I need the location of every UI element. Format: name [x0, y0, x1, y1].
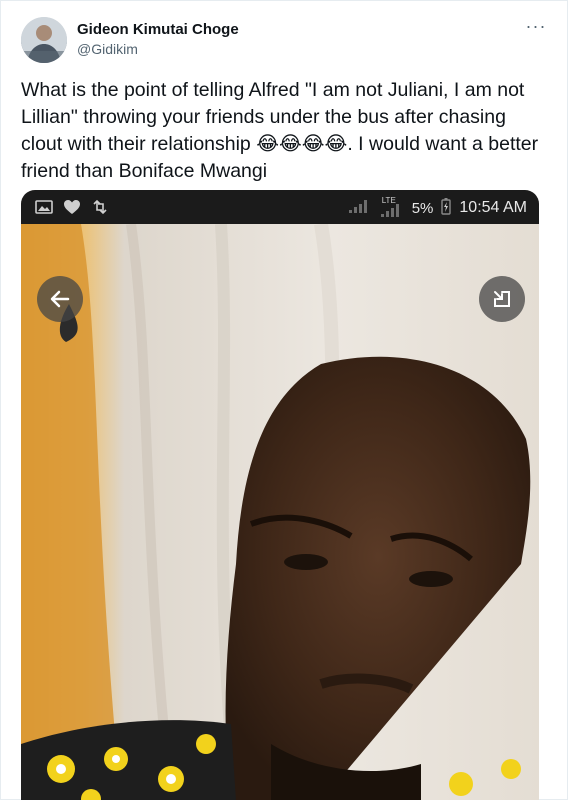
back-button[interactable]: [37, 276, 83, 322]
exit-fullscreen-icon: [490, 287, 514, 311]
exit-fullscreen-button[interactable]: [479, 276, 525, 322]
more-dots-icon[interactable]: ···: [523, 17, 549, 39]
avatar[interactable]: [21, 17, 67, 63]
phone-status-bar: LTE 5% 10:54 AM: [21, 190, 539, 224]
lte-signal-icon: LTE: [378, 196, 404, 217]
status-time: 10:54 AM: [459, 199, 527, 216]
retweet-icon: [91, 198, 109, 216]
tweet-text: What is the point of telling Alfred "I a…: [21, 79, 539, 182]
author-name[interactable]: Gideon Kimutai Choge: [77, 21, 239, 38]
image-icon: [35, 198, 53, 216]
tweet-card: Gideon Kimutai Choge @Gidikim ··· What i…: [0, 0, 568, 800]
status-bar-left-icons: [35, 198, 109, 216]
heart-icon: [63, 198, 81, 216]
video-still-image: [21, 224, 539, 800]
tweet-header: Gideon Kimutai Choge @Gidikim ···: [21, 17, 551, 65]
signal-icon: [348, 198, 370, 218]
author-handle[interactable]: @Gidikim: [77, 41, 138, 57]
video-frame[interactable]: [21, 224, 539, 800]
status-bar-right: LTE 5% 10:54 AM: [348, 196, 527, 219]
battery-icon: [441, 197, 452, 219]
battery-percent: 5%: [411, 199, 434, 217]
arrow-left-icon: [48, 287, 72, 311]
tweet-media[interactable]: LTE 5% 10:54 AM: [21, 190, 539, 800]
